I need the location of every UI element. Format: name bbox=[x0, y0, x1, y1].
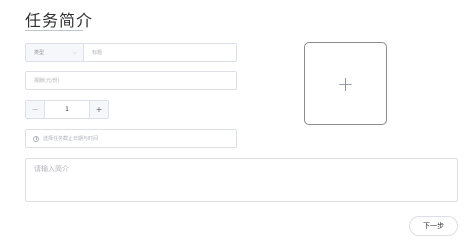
title-underline bbox=[25, 30, 83, 31]
reward-input[interactable] bbox=[25, 71, 237, 90]
deadline-placeholder: 选择任务截止日期与时间 bbox=[43, 136, 99, 142]
title-input[interactable] bbox=[84, 44, 236, 61]
quantity-stepper: − 1 + bbox=[25, 100, 109, 119]
clock-icon bbox=[33, 135, 39, 142]
type-title-group: 类型 ⌵ bbox=[25, 43, 237, 62]
type-select-label: 类型 bbox=[34, 50, 45, 56]
page-title: 任务简介 bbox=[25, 11, 94, 30]
quantity-value[interactable]: 1 bbox=[45, 101, 89, 118]
decrement-button[interactable]: − bbox=[26, 101, 45, 118]
chevron-down-icon: ⌵ bbox=[72, 48, 77, 56]
plus-icon: + bbox=[337, 71, 354, 96]
increment-button[interactable]: + bbox=[89, 101, 108, 118]
next-step-button[interactable]: 下一步 bbox=[409, 216, 458, 236]
type-select[interactable]: 类型 ⌵ bbox=[26, 44, 84, 61]
image-upload[interactable]: + bbox=[304, 42, 387, 125]
deadline-picker[interactable]: 选择任务截止日期与时间 bbox=[25, 129, 237, 148]
intro-textarea[interactable] bbox=[25, 158, 458, 202]
